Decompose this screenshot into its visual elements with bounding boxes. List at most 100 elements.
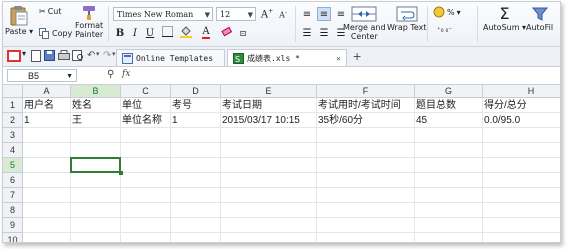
autosum-button[interactable]: Σ AutoSum ▾: [483, 5, 526, 32]
active-cell-selection[interactable]: [70, 157, 123, 175]
column-header-d[interactable]: D: [171, 85, 221, 98]
cell-a7[interactable]: [23, 188, 71, 203]
cell-h5[interactable]: [483, 158, 560, 173]
cell-f8[interactable]: [317, 203, 415, 218]
cell-g3[interactable]: [415, 128, 483, 143]
row-header-9[interactable]: 9: [3, 218, 23, 233]
cell-f2[interactable]: 35秒/60分: [317, 113, 415, 128]
font-settings-button[interactable]: ⊡: [236, 26, 250, 40]
italic-button[interactable]: I: [128, 26, 142, 40]
cell-g5[interactable]: [415, 158, 483, 173]
cell-f9[interactable]: [317, 218, 415, 233]
row-header-7[interactable]: 7: [3, 188, 23, 203]
cell-h6[interactable]: [483, 173, 560, 188]
column-header-b[interactable]: B: [71, 85, 121, 98]
undo-icon[interactable]: ↶: [87, 50, 95, 61]
row-header-8[interactable]: 8: [3, 203, 23, 218]
copy-button[interactable]: Copy: [39, 28, 72, 39]
cell-b6[interactable]: [71, 173, 121, 188]
cell-a1[interactable]: 用户名: [23, 98, 71, 113]
row-header-6[interactable]: 6: [3, 173, 23, 188]
cell-f4[interactable]: [317, 143, 415, 158]
row-header-4[interactable]: 4: [3, 143, 23, 158]
wrap-text-button[interactable]: Wrap Text: [387, 5, 427, 32]
cell-f5[interactable]: [317, 158, 415, 173]
new-file-icon[interactable]: [31, 50, 41, 62]
cell-a3[interactable]: [23, 128, 71, 143]
font-color-button[interactable]: A: [199, 26, 213, 40]
cell-b2[interactable]: 王: [71, 113, 121, 128]
cell-d4[interactable]: [171, 143, 221, 158]
cell-g10[interactable]: [415, 233, 483, 242]
cell-b9[interactable]: [71, 218, 121, 233]
cell-b4[interactable]: [71, 143, 121, 158]
cell-e1[interactable]: 考试日期: [221, 98, 317, 113]
decimal-buttons[interactable]: ⁺₀ ₀⁻: [437, 26, 452, 34]
cell-e6[interactable]: [221, 173, 317, 188]
cell-c4[interactable]: [121, 143, 171, 158]
cell-d10[interactable]: [171, 233, 221, 242]
align-center-button[interactable]: ☰: [317, 26, 331, 40]
font-size-select[interactable]: 12 ▼: [216, 7, 256, 21]
cell-a8[interactable]: [23, 203, 71, 218]
autofilter-button[interactable]: AutoFil: [526, 5, 553, 32]
search-icon[interactable]: ⚲: [107, 69, 114, 80]
cell-g9[interactable]: [415, 218, 483, 233]
column-header-a[interactable]: A: [23, 85, 71, 98]
cell-g6[interactable]: [415, 173, 483, 188]
cell-b1[interactable]: 姓名: [71, 98, 121, 113]
cell-f3[interactable]: [317, 128, 415, 143]
cell-h7[interactable]: [483, 188, 560, 203]
underline-button[interactable]: U: [143, 26, 157, 40]
cell-e7[interactable]: [221, 188, 317, 203]
column-header-f[interactable]: F: [317, 85, 415, 98]
cell-a2[interactable]: 1: [23, 113, 71, 128]
cell-b8[interactable]: [71, 203, 121, 218]
row-header-2[interactable]: 2: [3, 113, 23, 128]
cell-c7[interactable]: [121, 188, 171, 203]
borders-button[interactable]: [160, 26, 174, 40]
more-chevron-icon[interactable]: ▾: [112, 50, 116, 58]
cell-a5[interactable]: [23, 158, 71, 173]
cell-g4[interactable]: [415, 143, 483, 158]
select-all-corner[interactable]: [3, 85, 23, 98]
cell-e8[interactable]: [221, 203, 317, 218]
fill-color-button[interactable]: [179, 25, 193, 40]
cell-c2[interactable]: 单位名称: [121, 113, 171, 128]
cell-c6[interactable]: [121, 173, 171, 188]
app-menu-icon[interactable]: [7, 50, 21, 62]
close-tab-icon[interactable]: ✕: [336, 54, 341, 63]
cell-d3[interactable]: [171, 128, 221, 143]
cell-c9[interactable]: [121, 218, 171, 233]
cell-h4[interactable]: [483, 143, 560, 158]
cell-d8[interactable]: [171, 203, 221, 218]
cell-f10[interactable]: [317, 233, 415, 242]
font-name-select[interactable]: Times New Roman ▼: [113, 7, 213, 21]
cell-g8[interactable]: [415, 203, 483, 218]
cell-d6[interactable]: [171, 173, 221, 188]
save-icon[interactable]: [44, 50, 55, 61]
redo-icon[interactable]: ↷: [103, 50, 111, 61]
tab-workbook[interactable]: S 成绩表.xls * ✕: [227, 49, 347, 66]
cell-d2[interactable]: 1: [171, 113, 221, 128]
align-left-button[interactable]: ☰: [300, 26, 314, 40]
cell-h10[interactable]: [483, 233, 560, 242]
undo-chevron-icon[interactable]: ▾: [96, 50, 100, 58]
align-middle-button[interactable]: ≡: [317, 7, 331, 21]
cell-c3[interactable]: [121, 128, 171, 143]
cell-f1[interactable]: 考试用时/考试时间: [317, 98, 415, 113]
cell-e5[interactable]: [221, 158, 317, 173]
cell-b3[interactable]: [71, 128, 121, 143]
cell-a6[interactable]: [23, 173, 71, 188]
cell-e4[interactable]: [221, 143, 317, 158]
bold-button[interactable]: B: [113, 26, 127, 40]
cell-c8[interactable]: [121, 203, 171, 218]
number-format-button[interactable]: % ▾: [433, 6, 461, 18]
formula-input[interactable]: [137, 68, 557, 82]
cell-b10[interactable]: [71, 233, 121, 242]
new-tab-button[interactable]: +: [353, 48, 361, 64]
cell-h2[interactable]: 0.0/95.0: [483, 113, 560, 128]
row-header-3[interactable]: 3: [3, 128, 23, 143]
cell-a9[interactable]: [23, 218, 71, 233]
cell-e9[interactable]: [221, 218, 317, 233]
